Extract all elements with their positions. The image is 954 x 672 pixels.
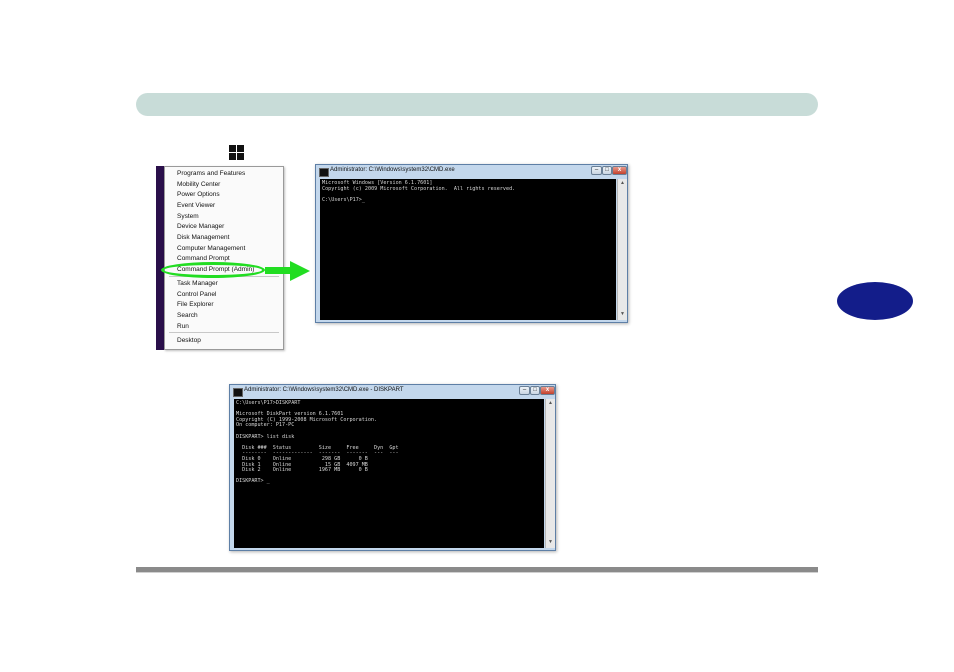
cmd-app-icon — [319, 168, 329, 177]
vertical-scrollbar[interactable]: ▲ ▼ — [617, 179, 627, 320]
chapter-tab-badge — [837, 282, 913, 320]
close-button[interactable]: x — [540, 386, 555, 395]
menu-item-control-panel[interactable]: Control Panel — [177, 290, 216, 299]
pointer-arrow-shaft — [265, 267, 291, 274]
menu-separator — [169, 332, 279, 333]
menu-item-desktop[interactable]: Desktop — [177, 336, 201, 345]
console-text: C:\Users\P17>DISKPART Microsoft DiskPart… — [236, 400, 399, 485]
menu-item-disk-management[interactable]: Disk Management — [177, 233, 229, 242]
cmd-app-icon — [233, 388, 243, 397]
menu-item-task-manager[interactable]: Task Manager — [177, 279, 218, 288]
minimize-button[interactable]: – — [519, 386, 530, 395]
scroll-up-icon[interactable]: ▲ — [620, 181, 625, 186]
console-output-area[interactable]: Microsoft Windows [Version 6.1.7601] Cop… — [320, 179, 616, 320]
page-footer-rule-shadow — [136, 572, 818, 573]
highlight-circle — [161, 262, 265, 278]
cmd-window-title: Administrator: C:\Windows\system32\CMD.e… — [330, 167, 455, 173]
menu-item-device-manager[interactable]: Device Manager — [177, 222, 224, 231]
cmd-window-title: Administrator: C:\Windows\system32\CMD.e… — [244, 387, 404, 393]
page-header-bar — [136, 93, 818, 116]
menu-item-search[interactable]: Search — [177, 311, 198, 320]
menu-item-programs-and-features[interactable]: Programs and Features — [177, 169, 245, 178]
windows-logo-icon[interactable] — [229, 145, 245, 161]
menu-item-mobility-center[interactable]: Mobility Center — [177, 180, 220, 189]
winx-menu-container: Programs and Features Mobility Center Po… — [156, 166, 284, 350]
minimize-button[interactable]: – — [591, 166, 602, 175]
menu-item-system[interactable]: System — [177, 212, 199, 221]
winx-menu: Programs and Features Mobility Center Po… — [164, 166, 284, 350]
diskpart-cmd-window: Administrator: C:\Windows\system32\CMD.e… — [229, 384, 556, 551]
maximize-button[interactable]: □ — [602, 166, 612, 175]
scroll-up-icon[interactable]: ▲ — [548, 401, 553, 406]
cmd-titlebar[interactable]: Administrator: C:\Windows\system32\CMD.e… — [230, 385, 555, 399]
menu-item-event-viewer[interactable]: Event Viewer — [177, 201, 215, 210]
console-output-area[interactable]: C:\Users\P17>DISKPART Microsoft DiskPart… — [234, 399, 544, 548]
cmd-titlebar[interactable]: Administrator: C:\Windows\system32\CMD.e… — [316, 165, 627, 179]
scroll-down-icon[interactable]: ▼ — [620, 312, 625, 317]
maximize-button[interactable]: □ — [530, 386, 540, 395]
cmd-window: Administrator: C:\Windows\system32\CMD.e… — [315, 164, 628, 323]
pointer-arrow-icon — [290, 261, 310, 281]
menu-item-computer-management[interactable]: Computer Management — [177, 244, 245, 253]
scroll-down-icon[interactable]: ▼ — [548, 540, 553, 545]
vertical-scrollbar[interactable]: ▲ ▼ — [545, 399, 555, 548]
menu-item-file-explorer[interactable]: File Explorer — [177, 300, 213, 309]
menu-item-run[interactable]: Run — [177, 322, 189, 331]
console-text: Microsoft Windows [Version 6.1.7601] Cop… — [322, 180, 516, 203]
menu-item-power-options[interactable]: Power Options — [177, 190, 220, 199]
close-button[interactable]: x — [612, 166, 627, 175]
